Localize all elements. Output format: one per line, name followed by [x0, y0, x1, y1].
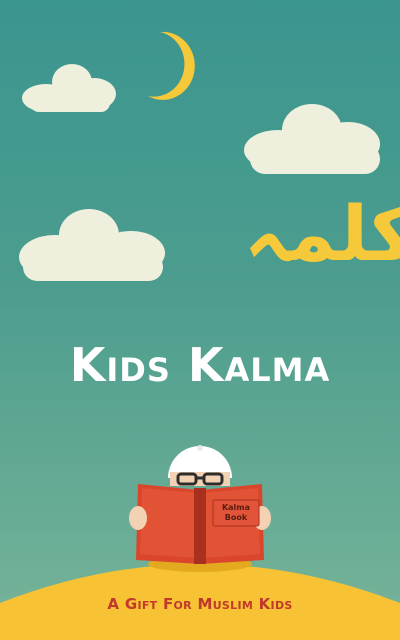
splash-screen: کلمہ Kids Kalma Kalma Book A Gift For Mu… [0, 0, 400, 640]
cloud-icon [19, 209, 165, 281]
app-title: Kids Kalma [69, 338, 331, 392]
book-label-line2: Book [224, 513, 248, 522]
cloud-icon [22, 64, 116, 112]
book-label: Kalma Book [213, 503, 259, 523]
urdu-title: کلمہ [244, 189, 400, 278]
tagline: A Gift For Muslim Kids [107, 595, 293, 613]
book-label-line1: Kalma [221, 503, 251, 512]
cloud-icon [244, 104, 380, 174]
moon-icon [148, 31, 195, 100]
